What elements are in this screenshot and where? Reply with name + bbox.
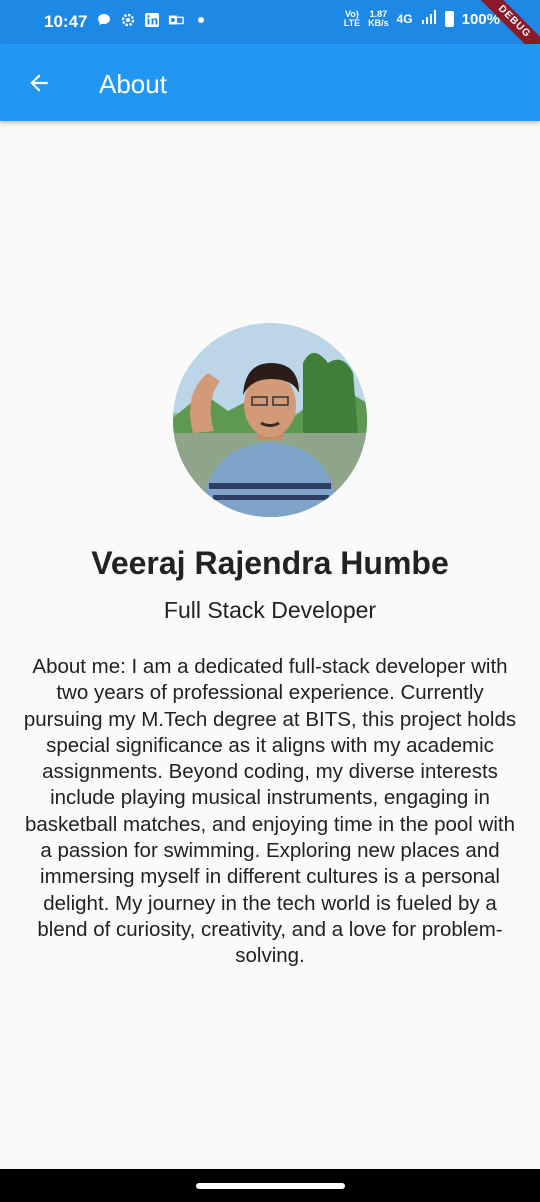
linkedin-icon [144,12,160,28]
signal-icon [421,10,437,28]
system-navigation-bar [0,1169,540,1202]
status-time: 10:47 [44,12,88,31]
network-type: 4G [396,12,413,26]
data-speed: 1.87 KB/s [368,9,389,28]
back-button[interactable] [22,66,56,100]
chat-icon [96,12,112,28]
app-bar: About [0,44,540,121]
volte-indicator: Vo) LTE [343,9,361,28]
profile-role: Full Stack Developer [163,597,377,623]
more-notifications-dot [198,17,204,23]
profile-about-text: About me: I am a dedicated full-stack de… [23,655,517,968]
about-content: Veeraj Rajendra Humbe Full Stack Develop… [0,121,540,1169]
status-bar: 10:47 Vo) LTE 1.87 KB/s 4G 100% DEBUG [0,0,540,71]
outlook-icon [168,12,184,28]
system-indicators: Vo) LTE 1.87 KB/s 4G 100% [344,10,500,28]
home-gesture-handle[interactable] [196,1183,345,1189]
profile-avatar [173,323,367,517]
arrow-back-icon [30,74,48,92]
battery-icon [444,11,454,27]
settings-icon [120,12,136,28]
page-title: About [99,69,167,99]
profile-name: Veeraj Rajendra Humbe [91,545,449,581]
notification-icons [96,12,204,28]
